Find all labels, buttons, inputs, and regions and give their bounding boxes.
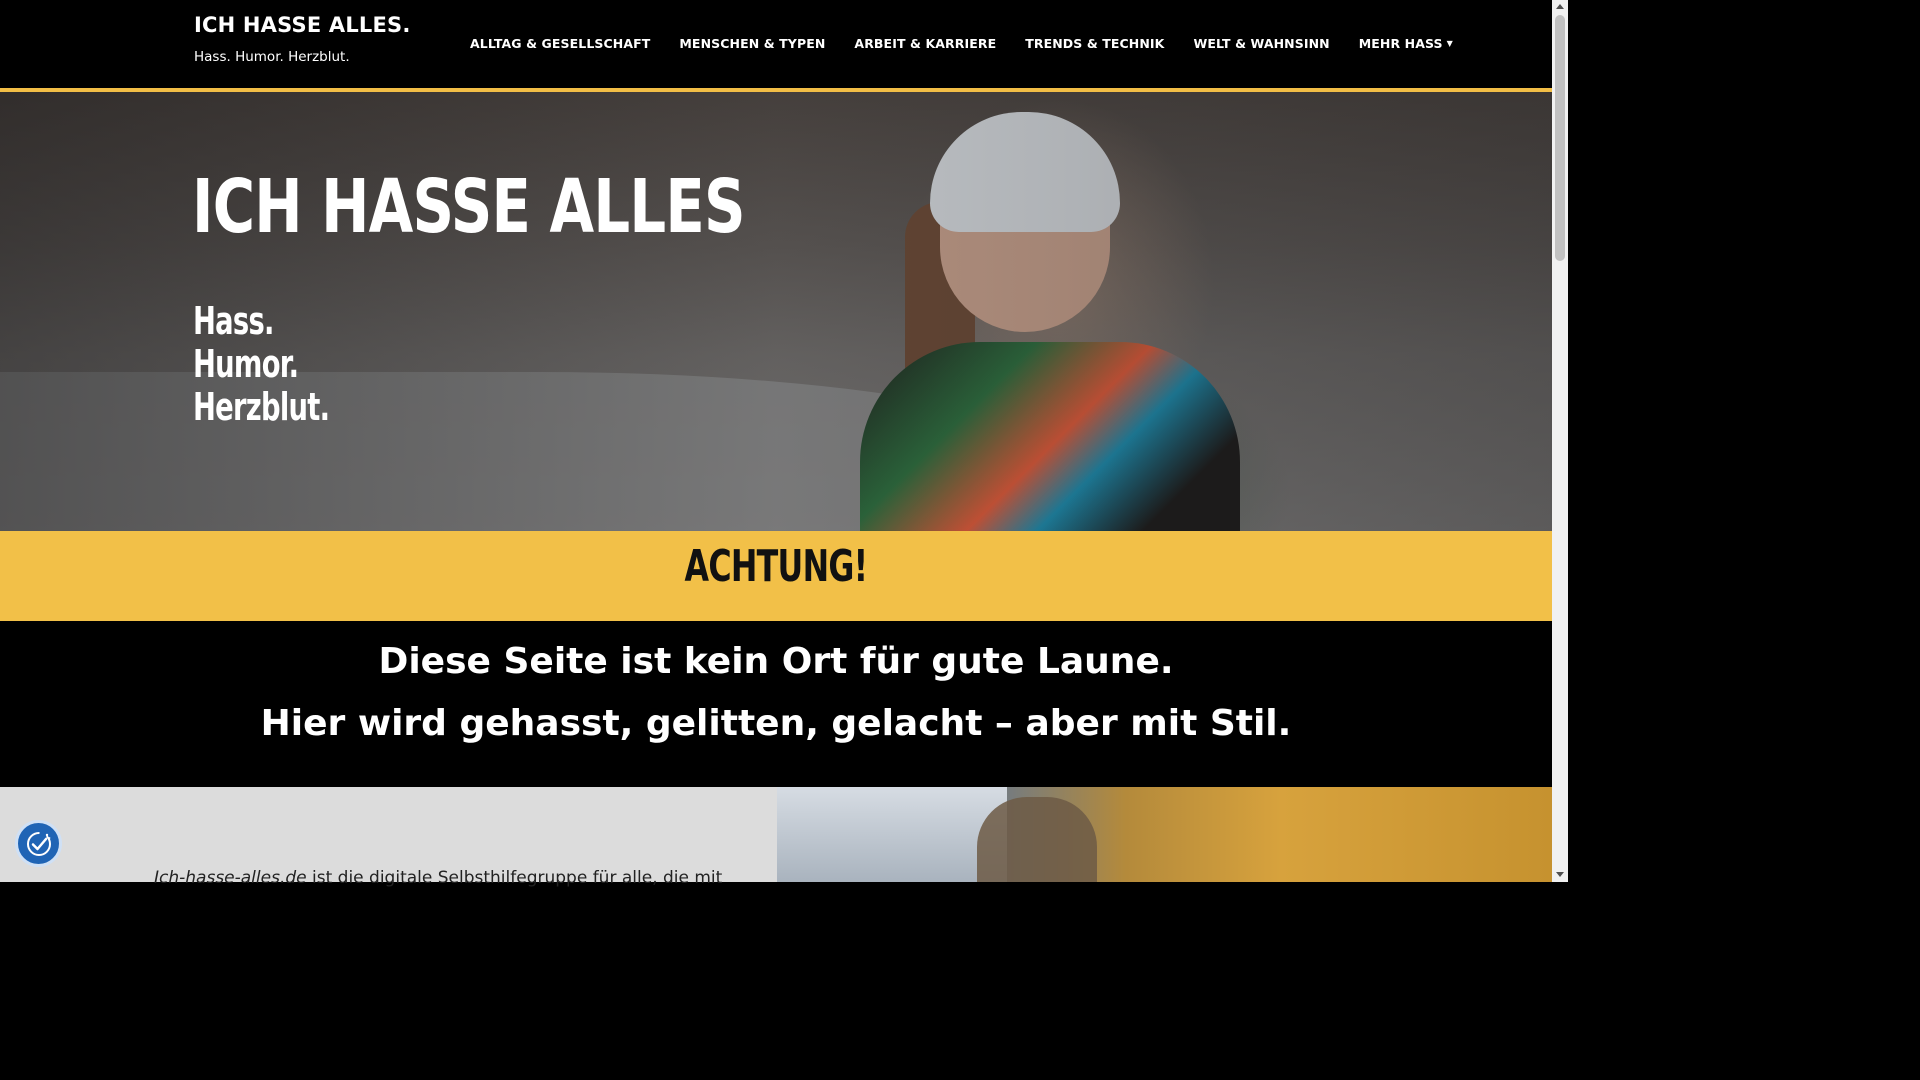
hero-banner: ICH HASSE ALLES Hass. Humor. Herzblut. — [0, 92, 1552, 531]
nav-item-welt[interactable]: WELT & WAHNSINN — [1193, 36, 1329, 51]
scroll-down-arrow-icon[interactable] — [1556, 872, 1564, 877]
alert-title: ACHTUNG! — [0, 545, 1552, 589]
site-tagline: Hass. Humor. Herzblut. — [194, 49, 350, 65]
intro-section: Ich-hasse-alles.de ist die digitale Selb… — [0, 787, 777, 888]
nav-item-mehr-hass[interactable]: MEHR HASS ▼ — [1359, 36, 1453, 51]
hero-subtitle-line: Hass. — [193, 299, 274, 343]
page-scrollbar[interactable] — [1552, 0, 1568, 882]
hero-subtitle-line: Humor. — [193, 342, 299, 386]
site-title-link[interactable]: ICH HASSE ALLES. — [194, 13, 411, 37]
scroll-up-arrow-icon[interactable] — [1556, 4, 1564, 9]
message-line-2: Hier wird gehasst, gelitten, gelacht – a… — [260, 703, 1292, 744]
intro-paragraph: Ich-hasse-alles.de ist die digitale Selb… — [154, 868, 722, 888]
chevron-down-icon: ▼ — [1446, 39, 1453, 48]
cookie-consent-button[interactable] — [15, 820, 62, 867]
message-band: Diese Seite ist kein Ort für gute Laune.… — [0, 621, 1552, 787]
cookie-consent-icon — [26, 831, 51, 856]
hero-subtitle-line: Herzblut. — [193, 385, 330, 429]
nav-item-mehr-hass-label: MEHR HASS — [1358, 36, 1443, 51]
alert-title-text: ACHTUNG! — [684, 541, 869, 592]
nav-item-arbeit[interactable]: ARBEIT & KARRIERE — [854, 36, 996, 51]
intro-site-name: Ich-hasse-alles.de — [154, 868, 307, 888]
intro-text: ist die digitale Selbsthilfegruppe für a… — [306, 868, 723, 888]
hero-subtitle: Hass. Humor. Herzblut. — [193, 299, 330, 429]
main-navigation: ALLTAG & GESELLSCHAFT MENSCHEN & TYPEN A… — [470, 36, 1453, 51]
alert-band: ACHTUNG! — [0, 531, 1552, 621]
nav-item-menschen[interactable]: MENSCHEN & TYPEN — [679, 36, 825, 51]
nav-item-alltag[interactable]: ALLTAG & GESELLSCHAFT — [470, 36, 650, 51]
intro-image — [777, 787, 1552, 882]
message-line-1: Diese Seite ist kein Ort für gute Laune. — [378, 641, 1174, 682]
site-header: ICH HASSE ALLES. Hass. Humor. Herzblut. … — [0, 0, 1552, 88]
hero-title: ICH HASSE ALLES — [192, 164, 746, 250]
scrollbar-thumb[interactable] — [1555, 15, 1565, 261]
nav-item-trends[interactable]: TRENDS & TECHNIK — [1025, 36, 1164, 51]
